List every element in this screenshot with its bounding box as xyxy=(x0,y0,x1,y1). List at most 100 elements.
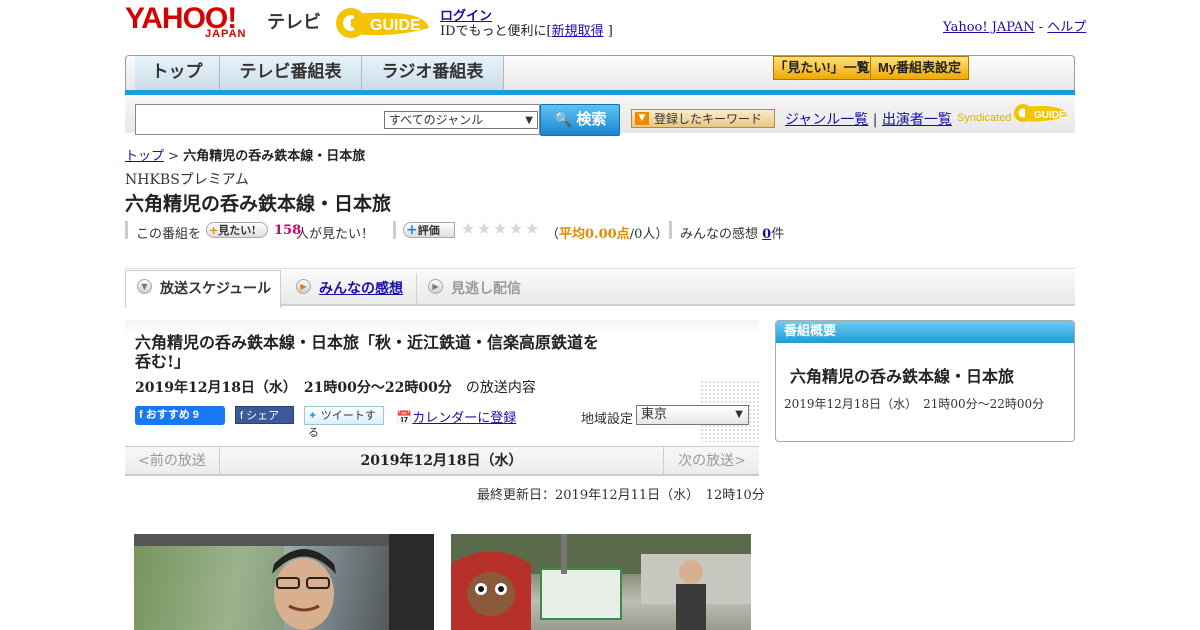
chevron-down-icon: ▼ xyxy=(137,279,152,294)
facebook-recommend-button[interactable]: f おすすめ 9 xyxy=(135,406,225,425)
breadcrumb-current: 六角精児の呑み鉄本線・日本旅 xyxy=(183,149,366,164)
yahoo-logo-japan: JAPAN xyxy=(205,28,247,40)
divider xyxy=(669,221,672,239)
nav-tab-radio-schedule[interactable]: ラジオ番組表 xyxy=(362,56,504,90)
tweet-button[interactable]: ✦ ツイートする xyxy=(304,406,384,439)
id-promo-prefix: IDでもっと便利に[ xyxy=(440,24,552,39)
tv-logo-text[interactable]: テレビ xyxy=(267,8,321,34)
episode-datetime-suffix: の放送内容 xyxy=(465,380,536,396)
rating-people: /0人） xyxy=(629,227,669,242)
gguide-logo-text: GUIDE xyxy=(370,17,421,34)
impressions-suffix: 件 xyxy=(771,227,785,242)
facebook-recommend-label: おすすめ 9 xyxy=(145,409,199,421)
nav-tab-top[interactable]: トップ xyxy=(135,56,220,90)
episode-photo xyxy=(451,534,751,630)
star-icon: ★ xyxy=(461,219,476,238)
impressions-count-link[interactable]: 0 xyxy=(762,227,771,242)
search-button[interactable]: 🔍 検索 xyxy=(540,104,620,136)
facebook-share-button[interactable]: f シェア xyxy=(235,406,294,424)
pager-date: 2019年12月18日（水） xyxy=(360,453,523,469)
search-icon: 🔍 xyxy=(553,111,573,128)
twitter-icon: ✦ xyxy=(308,409,318,422)
breadcrumb-top[interactable]: トップ xyxy=(125,149,164,164)
impressions-summary: みんなの感想 0件 xyxy=(680,223,784,242)
want-button-label: 見たい! xyxy=(218,224,257,237)
help-link[interactable]: ヘルプ xyxy=(1047,20,1086,35)
star-icon: ★ xyxy=(525,219,540,238)
want-list-button[interactable]: 「見たい!」一覧 xyxy=(773,56,871,80)
syndicated-label: Syndicated xyxy=(957,112,1012,124)
rating-open: （ xyxy=(546,227,560,242)
rating-average: 平均0.00点 xyxy=(559,227,630,242)
channel-name: NHKBSプレミアム xyxy=(125,172,249,188)
next-broadcast-link[interactable]: 次の放送> xyxy=(663,447,760,475)
rate-button-label: 評価 xyxy=(417,224,440,237)
registered-keyword-label: 登録したキーワード xyxy=(654,112,763,126)
page-title: 六角精児の呑み鉄本線・日本旅 xyxy=(125,193,392,215)
star-icon: ★ xyxy=(477,219,492,238)
registered-keyword-button[interactable]: ▼ 登録したキーワード xyxy=(631,109,775,128)
episode-datetime: 2019年12月18日（水） 21時00分～22時00分 の放送内容 xyxy=(135,377,536,397)
tab-missed[interactable]: 見逃し配信 xyxy=(451,278,521,298)
plus-icon: + xyxy=(406,222,418,238)
want-button[interactable]: +見たい! xyxy=(206,222,268,238)
program-summary-title: 六角精児の呑み鉄本線・日本旅 xyxy=(790,367,1015,386)
my-schedule-button[interactable]: My番組表設定 xyxy=(870,56,969,80)
rate-button[interactable]: +評価 xyxy=(403,222,455,238)
triangle-down-icon: ▼ xyxy=(635,112,649,125)
divider xyxy=(393,221,396,239)
tab-impressions[interactable]: みんなの感想 xyxy=(319,278,403,298)
photo-person-on-train xyxy=(134,534,434,630)
chevron-right-icon: ▶ xyxy=(296,279,311,294)
episode-title: 六角精児の呑み鉄本線・日本旅「秋・近江鉄道・信楽高原鉄道を呑む!」 xyxy=(135,333,600,371)
impressions-label: みんなの感想 xyxy=(680,227,759,242)
id-promo-suffix: ] xyxy=(607,24,613,39)
dropdown-arrow-icon: ▼ xyxy=(735,409,743,420)
breadcrumb: トップ > 六角精児の呑み鉄本線・日本旅 xyxy=(125,145,365,164)
facebook-share-label: シェア xyxy=(246,410,280,422)
last-updated: 最終更新日：2019年12月11日（水） 12時10分 xyxy=(477,488,765,503)
header-link-sep: - xyxy=(1034,20,1048,35)
region-select[interactable]: 東京 ▼ xyxy=(636,405,749,425)
star-icon: ★ xyxy=(493,219,508,238)
calendar-icon: 📅 xyxy=(396,411,413,426)
breadcrumb-sep: > xyxy=(164,149,184,164)
program-summary-datetime: 2019年12月18日（水） 21時00分～22時00分 xyxy=(784,397,1045,411)
this-program-label: この番組を xyxy=(136,227,202,242)
region-select-value: 東京 xyxy=(641,407,668,422)
divider xyxy=(125,268,1075,269)
genre-select[interactable]: すべてのジャンル ▼ xyxy=(384,111,538,129)
nav-tab-tv-schedule[interactable]: テレビ番組表 xyxy=(220,56,362,90)
genre-list-link[interactable]: ジャンル一覧 xyxy=(785,112,868,128)
register-link[interactable]: 新規取得 xyxy=(552,24,604,39)
id-promo: IDでもっと便利に[新規取得 ] xyxy=(440,20,613,39)
want-suffix: 人が見たい！ xyxy=(296,227,375,242)
search-links: ジャンル一覧 | 出演者一覧 xyxy=(785,112,952,128)
calendar-register-link[interactable]: カレンダーに登録 xyxy=(412,411,516,426)
performer-list-link[interactable]: 出演者一覧 xyxy=(882,112,952,128)
chevron-right-icon: ▶ xyxy=(428,279,443,294)
photo-station-tanuki xyxy=(451,534,751,630)
tab-schedule-label: 放送スケジュール xyxy=(160,281,272,297)
gguide-small-logo-text: GUIDE xyxy=(1034,110,1066,121)
plus-icon: + xyxy=(209,224,219,237)
dropdown-arrow-icon: ▼ xyxy=(525,115,533,126)
episode-datetime-value: 2019年12月18日（水） 21時00分～22時00分 xyxy=(135,380,452,396)
program-summary-heading: 番組概要 xyxy=(776,321,1074,343)
search-button-label: 検索 xyxy=(576,111,607,128)
gguide-logo[interactable]: GUIDE xyxy=(334,6,432,40)
header-links: Yahoo! JAPAN - ヘルプ xyxy=(943,16,1086,35)
episode-photo xyxy=(134,534,434,630)
yahoo-japan-link[interactable]: Yahoo! JAPAN xyxy=(943,20,1035,35)
region-label: 地域設定 xyxy=(581,412,634,427)
prev-broadcast-link[interactable]: <前の放送 xyxy=(125,447,220,475)
facebook-icon: f xyxy=(139,409,143,421)
gguide-small-logo: GUIDE xyxy=(1014,104,1067,122)
facebook-icon: f xyxy=(240,410,244,422)
genre-select-value: すべてのジャンル xyxy=(389,113,484,127)
rating-summary: （平均0.00点/0人） xyxy=(546,223,668,242)
divider xyxy=(416,274,417,304)
star-icon: ★ xyxy=(509,219,524,238)
calendar-register[interactable]: 📅カレンダーに登録 xyxy=(396,407,516,426)
divider xyxy=(125,221,128,239)
